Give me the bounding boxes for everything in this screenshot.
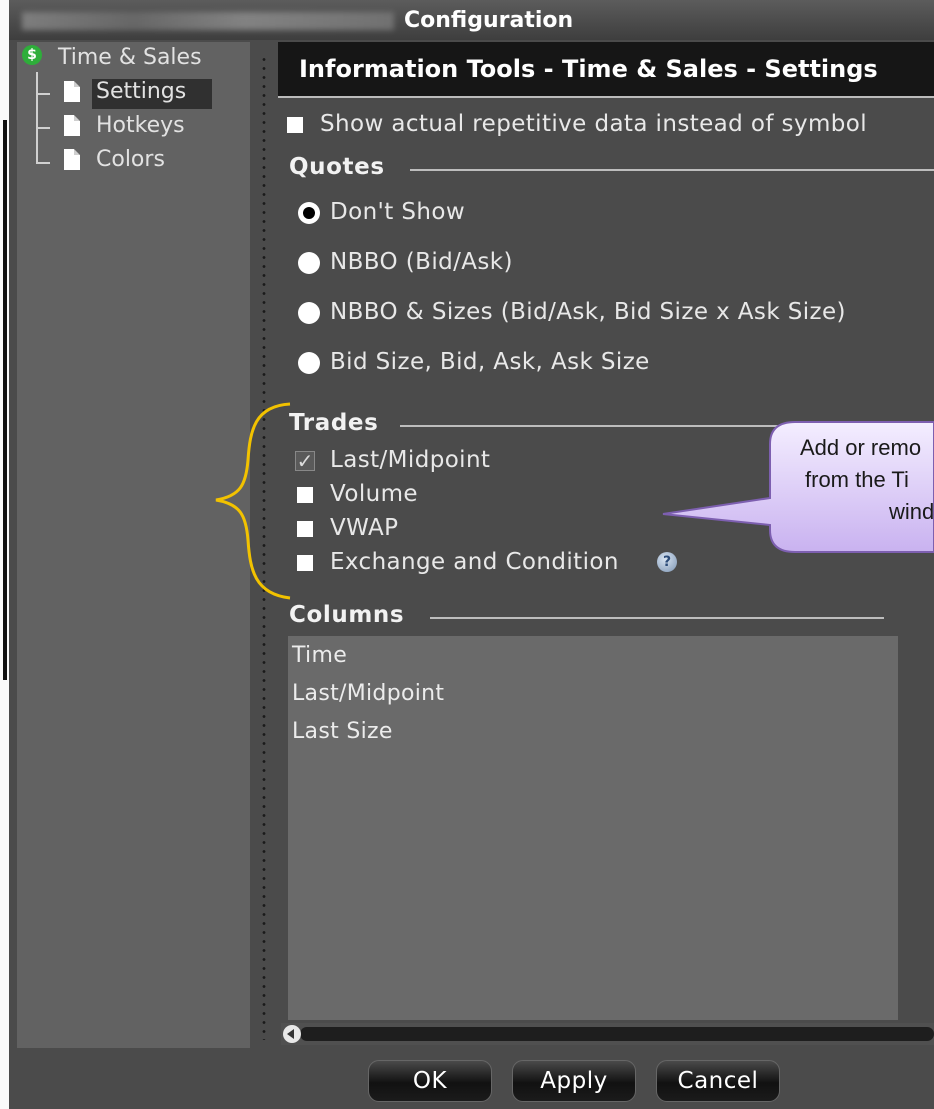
window-left-border (3, 120, 7, 680)
header-divider (278, 96, 934, 98)
scroll-left-arrow-icon[interactable] (283, 1025, 301, 1043)
quotes-bid-ask-sizes-radio[interactable] (298, 352, 320, 374)
tree-connector (36, 72, 38, 164)
callout-line-2: from the Ti (805, 467, 909, 492)
tree-connector (36, 93, 50, 95)
column-item-last-size[interactable]: Last Size (292, 719, 393, 744)
quotes-dont-show-radio[interactable] (298, 202, 320, 224)
settings-title: Information Tools - Time & Sales - Setti… (299, 55, 878, 83)
apply-button[interactable]: Apply (512, 1060, 636, 1102)
column-item-last-midpoint[interactable]: Last/Midpoint (292, 681, 444, 706)
dollar-badge-icon: $ (22, 45, 42, 65)
tree-item-colors[interactable]: Colors (96, 147, 165, 172)
quotes-nbbo-sizes-label: NBBO & Sizes (Bid/Ask, Bid Size x Ask Si… (330, 299, 846, 325)
scrollbar-thumb[interactable] (300, 1027, 934, 1041)
ok-button[interactable]: OK (368, 1060, 492, 1102)
trades-exchange-condition-label: Exchange and Condition (330, 549, 619, 575)
redacted-title-text (22, 12, 394, 30)
quotes-nbbo-radio[interactable] (298, 252, 320, 274)
callout-line-1: Add or remo (800, 435, 922, 460)
tree-connector (36, 162, 50, 164)
quotes-nbbo-sizes-radio[interactable] (298, 302, 320, 324)
document-icon (64, 149, 80, 170)
cancel-button[interactable]: Cancel (656, 1060, 780, 1102)
callout-line-3: wind (889, 499, 934, 524)
trades-last-midpoint-label: Last/Midpoint (330, 447, 491, 473)
tree-item-hotkeys[interactable]: Hotkeys (96, 113, 185, 138)
quotes-dont-show-label: Don't Show (330, 199, 466, 225)
trades-bracket-annotation (215, 402, 291, 600)
trades-vwap-label: VWAP (330, 515, 399, 541)
quotes-bid-ask-sizes-label: Bid Size, Bid, Ask, Ask Size (330, 349, 650, 375)
window-title: Configuration (404, 8, 574, 33)
quotes-rule (410, 169, 934, 171)
columns-rule (430, 617, 884, 619)
columns-heading: Columns (289, 602, 405, 628)
document-icon (64, 81, 80, 102)
quotes-nbbo-label: NBBO (Bid/Ask) (330, 249, 513, 275)
show-repetitive-label: Show actual repetitive data instead of s… (320, 111, 868, 137)
tree-connector (36, 127, 50, 129)
show-repetitive-checkbox[interactable] (287, 117, 303, 133)
tree-item-settings[interactable]: Settings (96, 79, 186, 104)
trades-heading: Trades (289, 410, 379, 436)
trades-volume-label: Volume (330, 481, 418, 507)
tree-root-time-and-sales[interactable]: Time & Sales (58, 45, 202, 70)
document-icon (64, 115, 80, 136)
quotes-heading: Quotes (289, 154, 385, 180)
column-item-time[interactable]: Time (292, 643, 347, 668)
